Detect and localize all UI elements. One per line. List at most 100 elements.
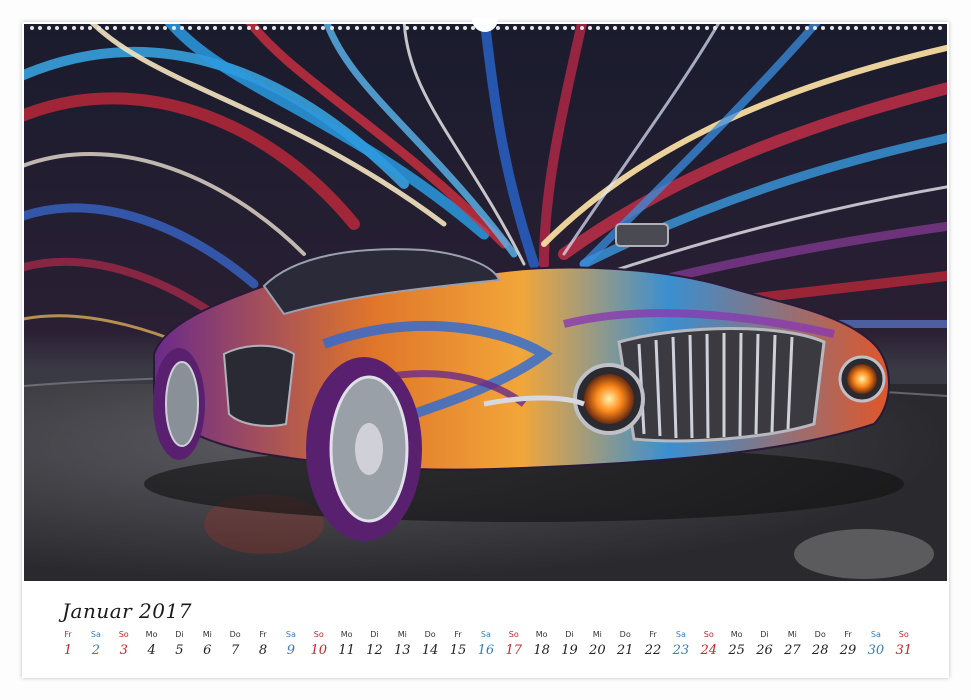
binding-hole (454, 26, 459, 30)
binding-hole (721, 26, 726, 30)
binding-hole (363, 26, 368, 30)
binding-hole (696, 26, 701, 30)
weekday-label: Mo (730, 630, 743, 639)
binding-hole (271, 26, 276, 30)
day-cell: Do 21 (613, 629, 637, 669)
day-cell: Mi 13 (390, 629, 414, 669)
binding-hole (554, 26, 559, 30)
weekday-label: Mi (202, 630, 212, 639)
binding-hole (129, 26, 134, 30)
binding-hole (304, 26, 309, 30)
weekday-label: Sa (675, 630, 686, 639)
day-cell: So 10 (307, 629, 331, 669)
weekday-label: Sa (480, 630, 491, 639)
day-number: 27 (784, 643, 801, 658)
day-number: 31 (895, 643, 913, 658)
binding-hole (38, 26, 43, 30)
binding-hole (563, 26, 567, 30)
binding-hole (121, 26, 126, 30)
binding-hole (163, 26, 168, 30)
day-number: 4 (147, 643, 156, 658)
binding-hole (612, 26, 617, 30)
binding-hole (46, 26, 51, 30)
day-cell: Fr 8 (251, 629, 275, 669)
weekday-label: Mo (535, 630, 548, 639)
day-cell: Sa 23 (669, 629, 693, 669)
binding-hole (596, 26, 601, 30)
weekday-label: Do (229, 630, 241, 639)
day-cell: So 3 (112, 629, 136, 669)
binding-hole (438, 26, 443, 30)
binding-hole (346, 26, 351, 30)
binding-hole (329, 26, 334, 30)
binding-hole (421, 26, 426, 30)
binding-hole (179, 26, 184, 30)
weekday-label: So (118, 630, 129, 639)
binding-hole (887, 26, 892, 30)
day-cell: Di 26 (752, 629, 776, 669)
binding-hole (921, 26, 926, 30)
weekday-label: Di (760, 630, 769, 639)
binding-hole (146, 26, 151, 30)
weekday-label: Di (370, 630, 379, 639)
binding-hole (96, 26, 101, 30)
weekday-label: So (898, 630, 909, 639)
weekday-label: Mi (592, 630, 602, 639)
binding-hole (812, 26, 817, 30)
day-number: 5 (175, 643, 184, 658)
binding-hole (587, 26, 592, 30)
day-number: 17 (505, 643, 523, 658)
day-number: 6 (203, 643, 212, 658)
binding-hole (762, 26, 767, 30)
binding-hole (771, 26, 776, 30)
day-number: 15 (449, 643, 467, 658)
binding-hole (829, 26, 834, 30)
day-number: 22 (644, 643, 662, 658)
weekday-label: Do (619, 630, 631, 639)
binding-hole (579, 26, 584, 30)
day-cell: Mo 18 (530, 629, 554, 669)
day-cell: Di 19 (557, 629, 581, 669)
weekday-label: Do (814, 630, 826, 639)
binding-hole (71, 26, 76, 30)
day-number: 3 (119, 643, 128, 658)
day-cell: So 17 (502, 629, 526, 669)
binding-hole (188, 26, 193, 30)
binding-hole (79, 26, 84, 30)
binding-hole (404, 26, 409, 30)
binding-hole (321, 26, 326, 30)
binding-hole (854, 26, 859, 30)
weekday-label: So (508, 630, 519, 639)
binding-hole (846, 26, 851, 30)
binding-hole (154, 26, 159, 30)
binding-hole (288, 26, 293, 30)
binding-hole (171, 26, 176, 30)
binding-hole (196, 26, 201, 30)
binding-hole (204, 26, 209, 30)
day-number: 20 (589, 643, 606, 658)
day-cell: Do 14 (418, 629, 442, 669)
binding-hole (904, 26, 909, 30)
day-number: 29 (839, 643, 857, 658)
day-cell: Sa 16 (474, 629, 498, 669)
binding-hole (138, 26, 143, 30)
binding-hole (354, 26, 359, 30)
weekday-label: Fr (649, 630, 657, 639)
weekday-label: Mi (397, 630, 407, 639)
day-number: 7 (231, 643, 240, 658)
weekday-label: Fr (844, 630, 852, 639)
day-number: 14 (421, 643, 439, 658)
day-number: 2 (91, 643, 100, 658)
weekday-label: Sa (870, 630, 881, 639)
binding-hole (546, 26, 551, 30)
day-cell: Do 28 (808, 629, 832, 669)
binding-hole (937, 26, 942, 30)
day-number: 25 (728, 643, 745, 658)
binding-hole (654, 26, 659, 30)
binding-hole (704, 26, 709, 30)
weekday-label: Fr (259, 630, 267, 639)
day-number: 18 (533, 643, 550, 658)
binding-hole (63, 26, 68, 30)
day-number: 21 (616, 643, 634, 658)
day-number: 1 (63, 643, 73, 658)
